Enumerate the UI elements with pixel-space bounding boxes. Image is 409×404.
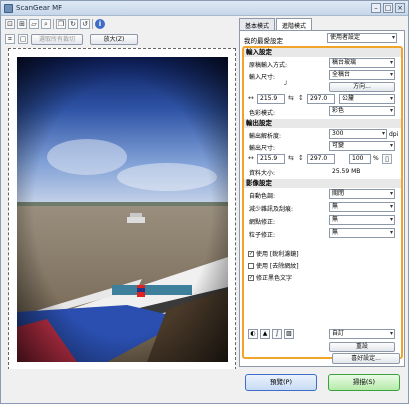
favorites-select[interactable]: 使用者設定 bbox=[327, 33, 397, 43]
noise-reduction-label: 減少雜訊及刮痕: bbox=[249, 206, 294, 213]
grain-correction-label: 粒子修正: bbox=[249, 232, 276, 239]
data-size-label: 資料大小: bbox=[249, 170, 276, 177]
resolution-unit: dpi bbox=[389, 131, 399, 138]
rotate-icon[interactable]: ▱ bbox=[29, 19, 39, 29]
output-size-select[interactable]: 可變 bbox=[329, 141, 395, 151]
scale-unit: % bbox=[373, 155, 379, 162]
maximize-icon[interactable]: □ bbox=[383, 3, 393, 13]
window-controls: – □ × bbox=[371, 3, 405, 13]
app-icon bbox=[4, 4, 13, 13]
remove-crop-button[interactable]: 選取所有裁切 bbox=[31, 33, 83, 45]
link-aspect-icon[interactable]: ⇆ bbox=[288, 94, 294, 102]
black-text-label: 修正黑色文字 bbox=[256, 275, 293, 282]
multi-crop-icon[interactable]: ⊞ bbox=[17, 19, 27, 29]
settings-panel: 我的最愛設定 使用者設定 輸入設定 原稿輸入方式: 稿台玻璃 輸入尺寸: 全稿台… bbox=[239, 30, 405, 367]
height-arrows-icon: ↕ bbox=[298, 94, 304, 102]
crop-frame-icon[interactable]: ▢ bbox=[18, 34, 28, 44]
preview-button[interactable]: 預覽(P) bbox=[245, 374, 317, 391]
output-width-field[interactable]: 215.9 bbox=[257, 154, 285, 164]
zoom-icon[interactable]: ⌕ bbox=[41, 19, 51, 29]
image-settings-header[interactable]: 影像設定 bbox=[244, 179, 401, 188]
grain-correction-select[interactable]: 無 bbox=[329, 228, 395, 238]
window-title: ScanGear MF bbox=[16, 4, 63, 12]
resolution-label: 輸出解析度: bbox=[249, 133, 282, 140]
crop-icon[interactable]: ⊡ bbox=[5, 19, 15, 29]
zoom-button[interactable]: 放大(Z) bbox=[90, 33, 138, 45]
scale-field[interactable]: 100 bbox=[349, 154, 371, 164]
descreen-checkbox[interactable]: 使用 [去除網紋] bbox=[248, 261, 299, 270]
resolution-select[interactable]: 300 bbox=[329, 129, 387, 139]
minimize-icon[interactable]: – bbox=[371, 3, 381, 13]
orientation-icon: ╯ bbox=[284, 81, 289, 89]
color-mode-label: 色彩模式: bbox=[249, 110, 276, 117]
checkbox-checked-icon: ✓ bbox=[248, 274, 254, 281]
input-size-select[interactable]: 全稿台 bbox=[329, 70, 395, 80]
reset-button[interactable]: 重設 bbox=[329, 342, 395, 352]
output-height-field[interactable]: 297.0 bbox=[307, 154, 335, 164]
settings-box: 輸入設定 原稿輸入方式: 稿台玻璃 輸入尺寸: 全稿台 ╯ 方向... ↔ 21… bbox=[242, 46, 403, 359]
copy-icon[interactable]: ❐ bbox=[56, 19, 66, 29]
histogram-icon[interactable]: ▲ bbox=[260, 329, 270, 339]
descreen-check-label: 使用 [去除網紋] bbox=[256, 263, 299, 270]
input-size-label: 輸入尺寸: bbox=[249, 74, 276, 81]
toolbar-divider bbox=[53, 19, 54, 29]
scangear-window: ScanGear MF – □ × ⊡ ⊞ ▱ ⌕ ❐ ↻ ↺ i ⌗ ▢ 選取… bbox=[0, 0, 409, 404]
output-settings-header[interactable]: 輸出設定 bbox=[244, 119, 401, 128]
brightness-icon[interactable]: ◐ bbox=[248, 329, 258, 339]
color-mode-select[interactable]: 彩色 bbox=[329, 106, 395, 116]
width-arrows-icon: ↔ bbox=[248, 154, 254, 162]
rotate-right-icon[interactable]: ↻ bbox=[68, 19, 78, 29]
preferences-button[interactable]: 喜好設定... bbox=[332, 353, 400, 364]
unsharp-mask-checkbox[interactable]: ✓ 使用 [銳利濾鏡] bbox=[248, 249, 299, 258]
noise-reduction-select[interactable]: 無 bbox=[329, 202, 395, 212]
height-arrows-icon: ↕ bbox=[298, 154, 304, 162]
preview-toolbar: ⊡ ⊞ ▱ ⌕ ❐ ↻ ↺ i bbox=[5, 18, 105, 30]
preview-area[interactable] bbox=[8, 48, 236, 370]
source-label: 原稿輸入方式: bbox=[249, 62, 288, 69]
threshold-icon[interactable]: ▨ bbox=[284, 329, 294, 339]
auto-tone-label: 自動色調: bbox=[249, 193, 276, 200]
preview-image bbox=[17, 57, 228, 362]
tone-tools: ◐ ▲ ∫ ▨ bbox=[248, 329, 294, 339]
checkbox-unchecked-icon bbox=[248, 262, 254, 269]
close-icon[interactable]: × bbox=[395, 3, 405, 13]
crop-toolbar: ⌗ ▢ 選取所有裁切 放大(Z) bbox=[5, 33, 138, 45]
input-settings-header[interactable]: 輸入設定 bbox=[244, 48, 401, 57]
unit-select[interactable]: 公釐 bbox=[339, 94, 395, 104]
orientation-button[interactable]: 方向... bbox=[329, 82, 395, 92]
output-size-label: 輸出尺寸: bbox=[249, 145, 276, 152]
auto-crop-icon[interactable]: ⌗ bbox=[5, 34, 15, 44]
data-size-value: 25.59 MB bbox=[332, 168, 361, 175]
black-text-checkbox[interactable]: ✓ 修正黑色文字 bbox=[248, 273, 292, 282]
info-icon[interactable]: i bbox=[95, 19, 105, 29]
width-arrows-icon: ↔ bbox=[248, 94, 254, 102]
rotate-left-icon[interactable]: ↺ bbox=[80, 19, 90, 29]
tone-curve-icon[interactable]: ∫ bbox=[272, 329, 282, 339]
aspect-ratio-icon[interactable]: ▯ bbox=[382, 154, 392, 164]
title-bar: ScanGear MF – □ × bbox=[1, 1, 408, 16]
toolbar-divider bbox=[92, 19, 93, 29]
input-height-field[interactable]: 297.0 bbox=[307, 94, 335, 104]
tab-basic-mode[interactable]: 基本模式 bbox=[239, 18, 276, 30]
favorites-label: 我的最愛設定 bbox=[244, 37, 283, 45]
descreen-select[interactable]: 無 bbox=[329, 215, 395, 225]
source-select[interactable]: 稿台玻璃 bbox=[329, 58, 395, 68]
descreen-label: 網點修正: bbox=[249, 219, 276, 226]
link-aspect-icon[interactable]: ⇆ bbox=[288, 154, 294, 162]
unsharp-mask-label: 使用 [銳利濾鏡] bbox=[256, 251, 299, 258]
scan-button[interactable]: 掃描(S) bbox=[328, 374, 400, 391]
auto-tone-select[interactable]: 關閉 bbox=[329, 189, 395, 199]
checkbox-checked-icon: ✓ bbox=[248, 250, 254, 257]
input-width-field[interactable]: 215.9 bbox=[257, 94, 285, 104]
tone-preset-select[interactable]: 自訂 bbox=[329, 329, 395, 339]
